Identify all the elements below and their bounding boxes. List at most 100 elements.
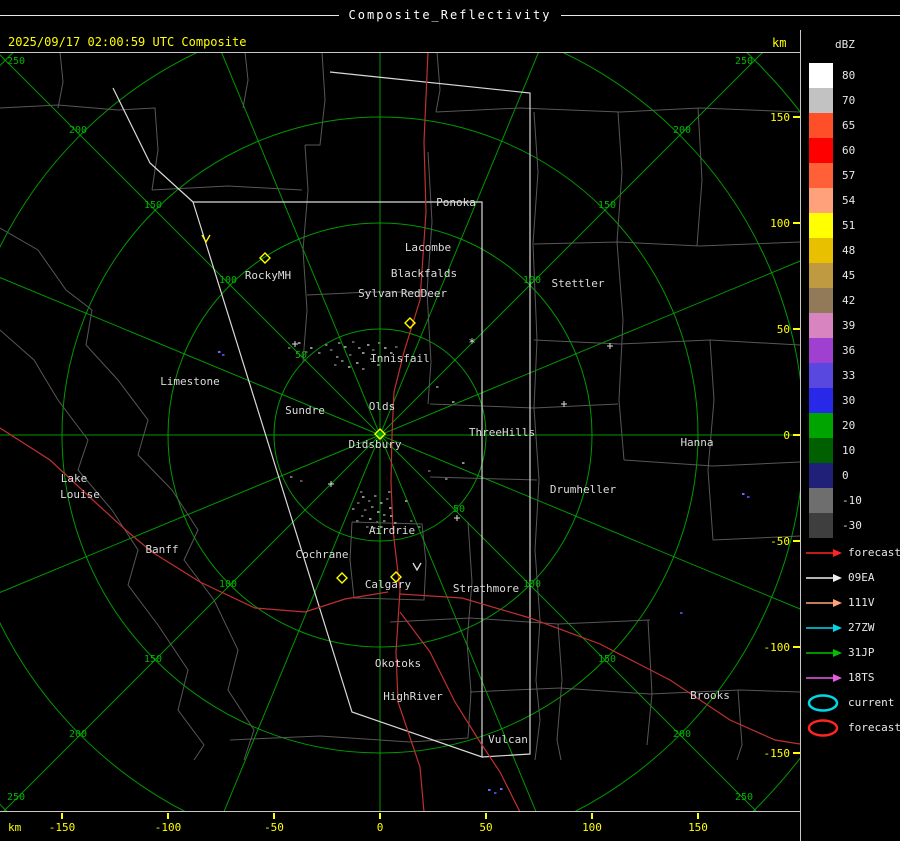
- city-label: Sylvan: [358, 287, 398, 300]
- city-label: Ponoka: [436, 196, 476, 209]
- echo-pixel: [222, 354, 225, 356]
- echo-pixel: [338, 342, 341, 344]
- echo-pixel: [352, 508, 355, 510]
- city-label: Didsbury: [349, 438, 402, 451]
- city-label: Brooks: [690, 689, 730, 702]
- echo-pixel: [348, 366, 351, 368]
- highway-line: [400, 612, 520, 812]
- legend-row: 31JP: [805, 640, 900, 665]
- legend-row: current: [805, 690, 900, 715]
- title-rule-left: [0, 15, 339, 16]
- right-axis-label: 0: [783, 429, 790, 442]
- bottom-axis-label: 100: [582, 821, 602, 834]
- county-boundary: [152, 186, 302, 190]
- dbz-scale-row: 10: [809, 438, 862, 463]
- dbz-value: 30: [842, 394, 855, 407]
- dbz-scale-row: 20: [809, 413, 862, 438]
- ring-distance-label: 250: [7, 792, 25, 803]
- dbz-value: 48: [842, 244, 855, 257]
- bottom-axis-label: 0: [377, 821, 384, 834]
- echo-pixel: [462, 462, 465, 464]
- dbz-swatch: [809, 338, 833, 363]
- echo-pixel: [371, 506, 374, 508]
- right-axis-label: 50: [777, 323, 790, 336]
- dbz-value: 39: [842, 319, 855, 332]
- dbz-value: 45: [842, 269, 855, 282]
- dbz-value: 54: [842, 194, 855, 207]
- title-bar: Composite_Reflectivity: [0, 0, 900, 30]
- dbz-swatch: [809, 113, 833, 138]
- colorbar-unit-label: dBZ: [835, 38, 855, 51]
- city-label: Sundre: [285, 404, 325, 417]
- echo-pixel: [418, 526, 421, 528]
- legend-row: 27ZW: [805, 615, 900, 640]
- legend-row: 111V: [805, 590, 900, 615]
- legend-row: 09EA: [805, 565, 900, 590]
- ring-distance-label: 100: [523, 275, 541, 286]
- city-label: Innisfail: [370, 352, 430, 365]
- echo-pixel: [680, 612, 683, 614]
- dbz-scale-row: 54: [809, 188, 862, 213]
- echo-pixel: [334, 364, 337, 366]
- echo-pixel: [377, 511, 380, 513]
- ring-distance-label: 100: [523, 579, 541, 590]
- echo-pixel: [300, 480, 303, 482]
- legend-label: 18TS: [848, 671, 875, 684]
- dbz-swatch: [809, 238, 833, 263]
- dbz-value: 36: [842, 344, 855, 357]
- city-label: Hanna: [680, 436, 713, 449]
- bottom-axis-tick: [61, 813, 63, 819]
- echo-pixel: [290, 476, 293, 478]
- city-label: Drumheller: [550, 483, 617, 496]
- dbz-swatch: [809, 388, 833, 413]
- dbz-scale-row: 45: [809, 263, 862, 288]
- echo-pixel: [500, 788, 503, 790]
- echo-pixel: [368, 500, 371, 502]
- bottom-axis-label: 50: [479, 821, 492, 834]
- dbz-swatch: [809, 163, 833, 188]
- echo-pixel: [330, 349, 333, 351]
- echo-pixel: [360, 491, 363, 493]
- bottom-axis-label: -100: [155, 821, 182, 834]
- legend-ellipse-icon: [805, 693, 843, 713]
- city-label: ThreeHills: [469, 426, 535, 439]
- dbz-scale-row: -10: [809, 488, 862, 513]
- county-boundary: [617, 112, 624, 460]
- dbz-value: 60: [842, 144, 855, 157]
- county-boundary: [557, 624, 562, 760]
- dbz-swatch: [809, 413, 833, 438]
- right-axis-label: 100: [770, 217, 790, 230]
- ring-distance-label: 150: [598, 200, 616, 211]
- dbz-value: -10: [842, 494, 862, 507]
- ring-distance-label: 250: [7, 56, 25, 67]
- right-axis-unit: km: [772, 36, 786, 50]
- legend-label: current: [848, 696, 894, 709]
- county-boundary: [470, 688, 800, 694]
- echo-pixel: [445, 478, 448, 480]
- dbz-scale-row: 0: [809, 463, 862, 488]
- dbz-value: 33: [842, 369, 855, 382]
- dbz-swatch: [809, 363, 833, 388]
- dbz-value: 0: [842, 469, 849, 482]
- city-label: HighRiver: [383, 690, 443, 703]
- echo-pixel: [488, 789, 491, 791]
- city-label: RockyMH: [245, 269, 291, 282]
- bottom-axis-tick: [591, 813, 593, 819]
- legend-label: forecast: [848, 721, 900, 734]
- city-label: Banff: [145, 543, 178, 556]
- echo-pixel: [428, 470, 431, 472]
- legend-arrow-icon: [805, 546, 843, 560]
- dbz-value: 70: [842, 94, 855, 107]
- dbz-scale-row: 60: [809, 138, 862, 163]
- radar-map-area[interactable]: 2502001501005025020015010050100150200250…: [0, 52, 800, 812]
- dbz-value: 57: [842, 169, 855, 182]
- county-boundary: [0, 105, 158, 190]
- dbz-swatch: [809, 138, 833, 163]
- city-label: Strathmore: [453, 582, 519, 595]
- echo-pixel: [383, 514, 386, 516]
- dbz-swatch: [809, 288, 833, 313]
- echo-pixel: [352, 341, 355, 343]
- radar-display[interactable]: 2502001501005025020015010050100150200250…: [0, 52, 800, 812]
- dbz-swatch: [809, 438, 833, 463]
- county-boundary: [58, 52, 63, 108]
